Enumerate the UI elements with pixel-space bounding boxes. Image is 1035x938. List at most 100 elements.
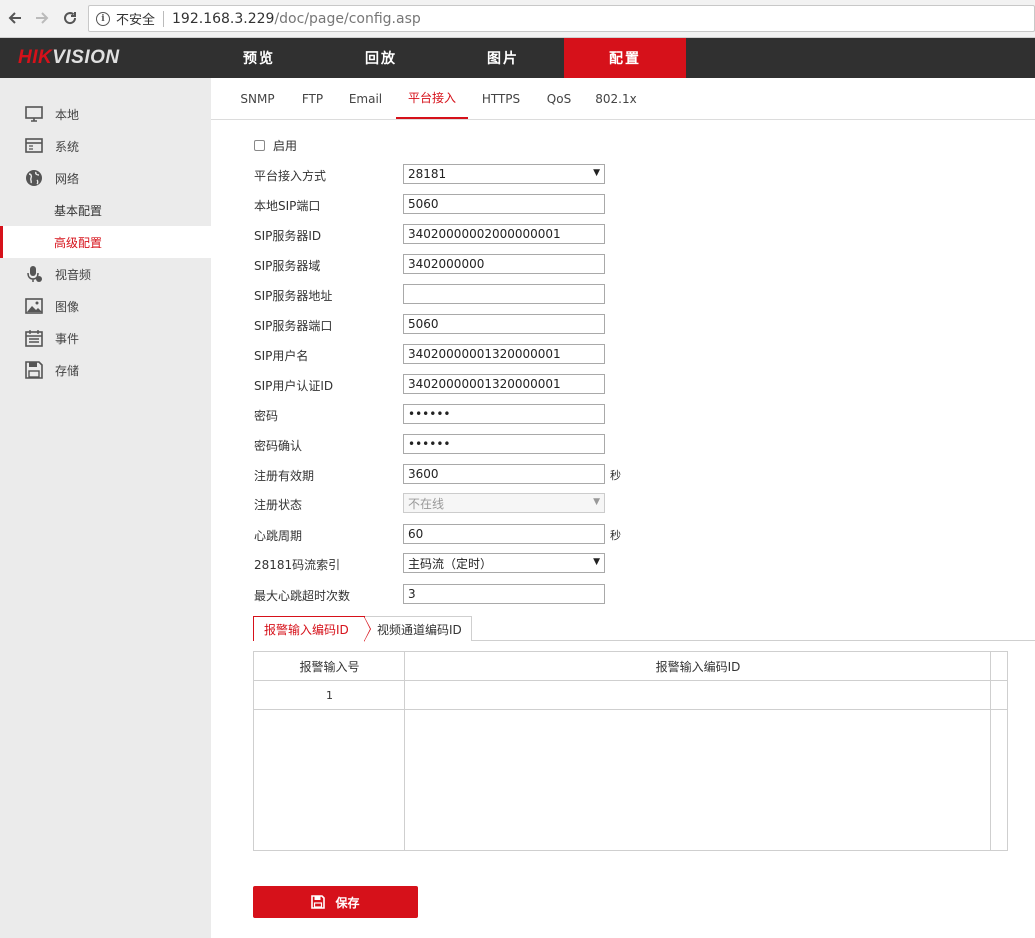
save-disk-icon bbox=[311, 895, 326, 909]
globe-icon bbox=[25, 169, 43, 187]
mic-icon bbox=[25, 265, 43, 283]
sip-server-address-label: SIP服务器地址 bbox=[254, 289, 333, 303]
tab-8021x[interactable]: 802.1x bbox=[592, 78, 640, 119]
form-row-sip-auth-id: SIP用户认证ID 34020000001320000001 bbox=[254, 374, 654, 394]
url-text[interactable]: 192.168.3.229/doc/page/config.asp bbox=[172, 11, 421, 27]
sidebar-item-storage[interactable]: 存储 bbox=[0, 354, 211, 386]
sidebar: 本地 系统 网络 基本配置 高级配置 视音频 图像 事件 存储 bbox=[0, 78, 211, 938]
password-confirm-label: 密码确认 bbox=[254, 439, 303, 453]
dropdown-arrow-icon: ▼ bbox=[593, 168, 600, 178]
sip-server-domain-input[interactable]: 3402000000 bbox=[403, 254, 605, 274]
sip-auth-id-input[interactable]: 34020000001320000001 bbox=[403, 374, 605, 394]
nav-configuration[interactable]: 配置 bbox=[564, 38, 686, 78]
calendar-icon bbox=[25, 329, 43, 347]
form-row-sip-username: SIP用户名 34020000001320000001 bbox=[254, 344, 654, 364]
tab-snmp[interactable]: SNMP bbox=[231, 78, 284, 119]
form-row-max-heartbeat-timeout: 最大心跳超时次数 3 bbox=[254, 584, 654, 604]
sidebar-item-event[interactable]: 事件 bbox=[0, 322, 211, 354]
reload-icon[interactable] bbox=[59, 7, 81, 29]
main-nav: 预览 回放 图片 配置 bbox=[198, 38, 686, 78]
sidebar-item-label: 视音频 bbox=[55, 267, 92, 282]
config-tabs: SNMP FTP Email 平台接入 HTTPS QoS 802.1x bbox=[211, 78, 1035, 120]
access-mode-label: 平台接入方式 bbox=[254, 169, 327, 183]
subtab-video-channel-id[interactable]: 视频通道编码ID bbox=[365, 616, 472, 641]
access-mode-select[interactable]: 28181 ▼ bbox=[403, 164, 605, 184]
table-cell-alarm-input-code-id[interactable] bbox=[405, 681, 991, 710]
nav-picture[interactable]: 图片 bbox=[442, 38, 564, 78]
sidebar-subitem-advanced-config[interactable]: 高级配置 bbox=[0, 226, 211, 258]
register-expiry-label: 注册有效期 bbox=[254, 469, 315, 483]
sidebar-item-local[interactable]: 本地 bbox=[0, 98, 211, 130]
url-host: 192.168.3.229 bbox=[172, 10, 275, 27]
sip-server-id-input[interactable]: 34020000002000000001 bbox=[403, 224, 605, 244]
forward-arrow-icon[interactable] bbox=[31, 7, 53, 29]
sip-server-port-input[interactable]: 5060 bbox=[403, 314, 605, 334]
sip-server-port-label: SIP服务器端口 bbox=[254, 319, 333, 333]
password-label: 密码 bbox=[254, 409, 279, 423]
form-row-password: 密码 •••••• bbox=[254, 404, 654, 424]
form-row-sip-server-address: SIP服务器地址 bbox=[254, 284, 654, 304]
sidebar-item-video-audio[interactable]: 视音频 bbox=[0, 258, 211, 290]
sip-server-id-label: SIP服务器ID bbox=[254, 229, 322, 243]
form-row-stream-index: 28181码流索引 主码流（定时） ▼ bbox=[254, 553, 654, 573]
form-row-heartbeat-period: 心跳周期 60 秒 bbox=[254, 524, 654, 544]
sidebar-item-label: 系统 bbox=[55, 139, 80, 154]
tab-https[interactable]: HTTPS bbox=[477, 78, 525, 119]
form-row-password-confirm: 密码确认 •••••• bbox=[254, 434, 654, 454]
tab-email[interactable]: Email bbox=[343, 78, 388, 119]
heartbeat-period-unit: 秒 bbox=[610, 529, 621, 542]
save-button-label: 保存 bbox=[335, 895, 360, 910]
nav-playback[interactable]: 回放 bbox=[320, 38, 442, 78]
tab-ftp[interactable]: FTP bbox=[296, 78, 329, 119]
password-confirm-input[interactable]: •••••• bbox=[403, 434, 605, 454]
table-cell-scroll-gap bbox=[991, 681, 1007, 710]
sidebar-item-system[interactable]: 系统 bbox=[0, 130, 211, 162]
table-cell-alarm-input-no: 1 bbox=[254, 681, 405, 710]
sidebar-item-label: 事件 bbox=[55, 331, 80, 346]
heartbeat-period-input[interactable]: 60 bbox=[403, 524, 605, 544]
enable-checkbox[interactable] bbox=[254, 139, 265, 151]
sip-server-address-input[interactable] bbox=[403, 284, 605, 304]
register-expiry-unit: 秒 bbox=[610, 469, 621, 482]
max-heartbeat-timeout-label: 最大心跳超时次数 bbox=[254, 589, 351, 603]
app-header: HIKVISION 预览 回放 图片 配置 bbox=[0, 38, 1035, 78]
form-row-sip-server-domain: SIP服务器域 3402000000 bbox=[254, 254, 654, 274]
form-row-sip-server-id: SIP服务器ID 34020000002000000001 bbox=[254, 224, 654, 244]
form-row-local-sip-port: 本地SIP端口 5060 bbox=[254, 194, 654, 214]
sip-username-input[interactable]: 34020000001320000001 bbox=[403, 344, 605, 364]
sidebar-item-label: 本地 bbox=[55, 107, 80, 122]
enable-row: 启用 bbox=[254, 137, 297, 153]
security-label[interactable]: 不安全 bbox=[116, 9, 155, 28]
sidebar-item-label: 存储 bbox=[55, 363, 80, 378]
back-arrow-icon[interactable] bbox=[4, 7, 26, 29]
form-row-register-status: 注册状态 不在线 ▼ bbox=[254, 493, 654, 513]
url-divider bbox=[163, 10, 165, 27]
table-header-scroll-gap bbox=[991, 652, 1007, 681]
tab-qos[interactable]: QoS bbox=[539, 78, 579, 119]
url-path: /doc/page/config.asp bbox=[274, 10, 421, 27]
address-bar[interactable]: i 不安全 192.168.3.229/doc/page/config.asp bbox=[88, 5, 1035, 32]
nav-preview[interactable]: 预览 bbox=[198, 38, 320, 78]
heartbeat-period-label: 心跳周期 bbox=[254, 529, 303, 543]
alarm-input-table: 报警输入号 报警输入编码ID 1 bbox=[253, 651, 1008, 851]
sidebar-subitem-basic-config[interactable]: 基本配置 bbox=[0, 194, 211, 226]
table-header-alarm-input-no: 报警输入号 bbox=[254, 652, 405, 681]
browser-toolbar: i 不安全 192.168.3.229/doc/page/config.asp bbox=[0, 0, 1035, 38]
local-sip-port-input[interactable]: 5060 bbox=[403, 194, 605, 214]
window-icon bbox=[25, 137, 43, 155]
max-heartbeat-timeout-input[interactable]: 3 bbox=[403, 584, 605, 604]
table-column-divider bbox=[990, 652, 991, 850]
monitor-icon bbox=[25, 105, 43, 123]
stream-index-select[interactable]: 主码流（定时） ▼ bbox=[403, 553, 605, 573]
tab-platform-access[interactable]: 平台接入 bbox=[396, 78, 468, 119]
sidebar-item-image[interactable]: 图像 bbox=[0, 290, 211, 322]
subtab-alarm-input-id[interactable]: 报警输入编码ID bbox=[253, 616, 371, 642]
password-input[interactable]: •••••• bbox=[403, 404, 605, 424]
save-button[interactable]: 保存 bbox=[253, 886, 418, 918]
info-icon[interactable]: i bbox=[96, 11, 110, 26]
form-row-access-mode: 平台接入方式 28181 ▼ bbox=[254, 164, 654, 184]
form-row-sip-server-port: SIP服务器端口 5060 bbox=[254, 314, 654, 334]
sidebar-item-network[interactable]: 网络 bbox=[0, 162, 211, 194]
dropdown-arrow-icon: ▼ bbox=[593, 497, 600, 507]
register-expiry-input[interactable]: 3600 bbox=[403, 464, 605, 484]
